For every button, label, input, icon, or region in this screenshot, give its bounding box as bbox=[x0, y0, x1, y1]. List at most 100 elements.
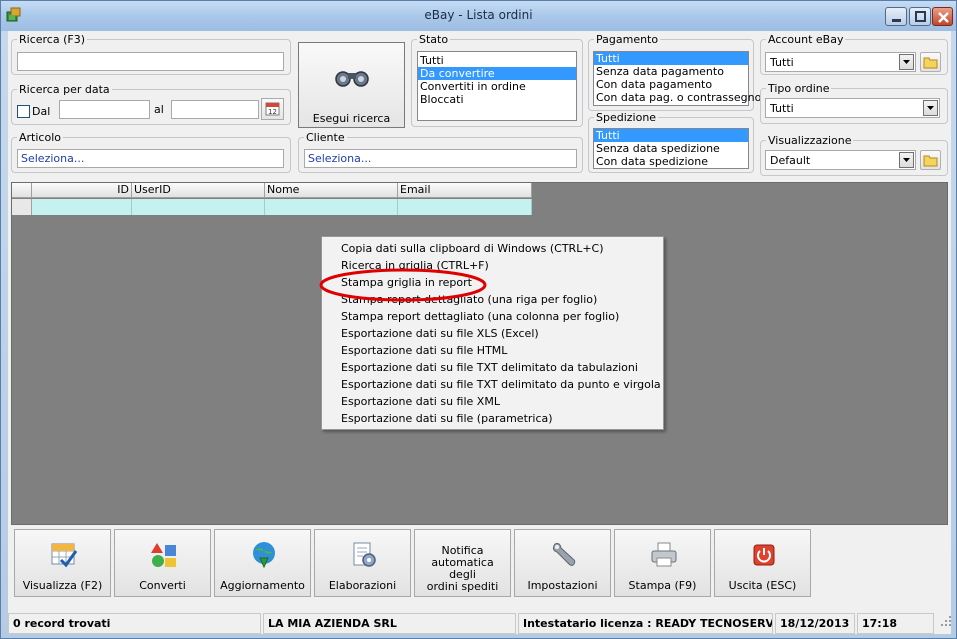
window-title: eBay - Lista ordini bbox=[424, 8, 533, 22]
maximize-button[interactable] bbox=[909, 7, 931, 26]
chevron-down-icon[interactable] bbox=[923, 100, 938, 116]
aggiornamento-button[interactable]: Aggiornamento bbox=[214, 529, 311, 597]
visualizzazione-legend: Visualizzazione bbox=[768, 134, 852, 147]
elaborazioni-button[interactable]: Elaborazioni bbox=[314, 529, 411, 597]
account-select[interactable]: Tutti bbox=[765, 52, 916, 72]
al-label: al bbox=[154, 103, 164, 116]
visualizzazione-value: Default bbox=[770, 154, 811, 167]
converti-button[interactable]: Converti bbox=[114, 529, 211, 597]
account-folder-button[interactable] bbox=[920, 52, 941, 72]
grid-cell[interactable] bbox=[265, 199, 398, 215]
stato-legend: Stato bbox=[419, 33, 449, 46]
status-company: LA MIA AZIENDA SRL bbox=[263, 613, 516, 634]
account-legend: Account eBay bbox=[768, 33, 844, 46]
stato-option-tutti[interactable]: Tutti bbox=[418, 54, 576, 67]
ricerca-data-legend: Ricerca per data bbox=[19, 83, 110, 96]
tipo-value: Tutti bbox=[770, 102, 794, 115]
status-bar: 0 record trovati LA MIA AZIENDA SRL Inte… bbox=[8, 613, 951, 634]
folder-icon bbox=[923, 57, 938, 69]
close-button[interactable] bbox=[932, 7, 953, 26]
menu-item-export-txt-semicolon[interactable]: Esportazione dati su file TXT delimitato… bbox=[341, 378, 661, 391]
account-value: Tutti bbox=[770, 56, 794, 69]
pagamento-option-contrassegno[interactable]: Con data pag. o contrassegno bbox=[594, 91, 761, 104]
menu-item-export-xls[interactable]: Esportazione dati su file XLS (Excel) bbox=[341, 327, 539, 340]
impostazioni-button[interactable]: Impostazioni bbox=[514, 529, 611, 597]
elaborazioni-label: Elaborazioni bbox=[328, 579, 397, 592]
highlight-ellipse bbox=[319, 268, 487, 302]
ricerca-input[interactable] bbox=[17, 52, 284, 71]
folder-icon bbox=[923, 155, 938, 167]
printer-icon bbox=[651, 542, 677, 567]
grid-cell[interactable] bbox=[32, 199, 132, 215]
minimize-button[interactable] bbox=[885, 7, 907, 26]
tipo-select[interactable]: Tutti bbox=[765, 98, 940, 118]
chevron-down-icon[interactable] bbox=[899, 54, 914, 70]
visualizzazione-select[interactable]: Default bbox=[765, 150, 916, 170]
visualizzazione-folder-button[interactable] bbox=[920, 150, 941, 170]
pagamento-option-con-data[interactable]: Con data pagamento bbox=[594, 78, 748, 91]
spedizione-option-tutti[interactable]: Tutti bbox=[594, 129, 748, 142]
grid-check-icon bbox=[51, 543, 78, 568]
spedizione-option-con-data[interactable]: Con data spedizione bbox=[594, 155, 748, 168]
resize-grip[interactable] bbox=[936, 613, 951, 634]
notifica-button[interactable]: Notifica automatica degli ordini spediti bbox=[414, 529, 511, 597]
pagamento-option-tutti[interactable]: Tutti bbox=[594, 52, 748, 65]
stato-option-bloccati[interactable]: Bloccati bbox=[418, 93, 576, 106]
notifica-label: Notifica automatica degli ordini spediti bbox=[417, 545, 508, 593]
grid-header-userid[interactable]: UserID bbox=[132, 183, 265, 198]
globe-download-icon bbox=[253, 542, 275, 569]
power-icon bbox=[753, 544, 775, 566]
aggiornamento-label: Aggiornamento bbox=[220, 579, 305, 592]
status-time: 17:18 bbox=[857, 613, 934, 634]
calendar-icon: 12 bbox=[265, 102, 280, 116]
spedizione-listbox[interactable]: Tutti Senza data spedizione Con data spe… bbox=[593, 128, 749, 169]
menu-item-export-xml[interactable]: Esportazione dati su file XML bbox=[341, 395, 500, 408]
spedizione-option-senza-data[interactable]: Senza data spedizione bbox=[594, 142, 748, 155]
wrench-icon bbox=[552, 543, 576, 566]
menu-item-export-html[interactable]: Esportazione dati su file HTML bbox=[341, 344, 507, 357]
impostazioni-label: Impostazioni bbox=[527, 579, 598, 592]
stato-listbox[interactable]: Tutti Da convertire Convertiti in ordine… bbox=[417, 51, 577, 121]
uscita-label: Uscita (ESC) bbox=[728, 579, 797, 592]
client-area: Ricerca (F3) Ricerca per data Dal al 12 bbox=[8, 31, 951, 634]
binoculars-icon bbox=[335, 71, 369, 87]
spedizione-legend: Spedizione bbox=[596, 111, 657, 124]
grid-cell[interactable] bbox=[132, 199, 265, 215]
status-license: Intestatario licenza : READY TECNOSERVIC… bbox=[518, 613, 773, 634]
stato-option-da-convertire[interactable]: Da convertire bbox=[418, 67, 576, 80]
menu-item-export-parametrica[interactable]: Esportazione dati su file (parametrica) bbox=[341, 412, 553, 425]
esegui-ricerca-button[interactable]: Esegui ricerca bbox=[298, 42, 405, 128]
menu-item-copia[interactable]: Copia dati sulla clipboard di Windows (C… bbox=[341, 242, 604, 255]
grid-corner bbox=[12, 183, 32, 198]
maximize-icon bbox=[915, 11, 926, 22]
visualizza-button[interactable]: Visualizza (F2) bbox=[14, 529, 111, 597]
uscita-button[interactable]: Uscita (ESC) bbox=[714, 529, 811, 597]
pagamento-option-senza-data[interactable]: Senza data pagamento bbox=[594, 65, 748, 78]
grid-header-id[interactable]: ID bbox=[32, 183, 132, 198]
al-date-input[interactable] bbox=[171, 100, 259, 119]
calendar-button[interactable]: 12 bbox=[261, 98, 284, 120]
grid-header-nome[interactable]: Nome bbox=[265, 183, 398, 198]
grid-row-selector[interactable] bbox=[12, 199, 32, 215]
dal-date-input[interactable] bbox=[59, 100, 150, 119]
chevron-down-icon[interactable] bbox=[899, 152, 914, 168]
convert-shapes-icon bbox=[151, 543, 176, 567]
articolo-input[interactable]: Seleziona... bbox=[17, 149, 284, 168]
pagamento-legend: Pagamento bbox=[596, 33, 659, 46]
menu-item-export-txt-tab[interactable]: Esportazione dati su file TXT delimitato… bbox=[341, 361, 638, 374]
converti-label: Converti bbox=[139, 579, 186, 592]
stato-option-convertiti[interactable]: Convertiti in ordine bbox=[418, 80, 576, 93]
stampa-button[interactable]: Stampa (F9) bbox=[614, 529, 711, 597]
minimize-icon bbox=[892, 19, 901, 22]
status-records: 0 record trovati bbox=[8, 613, 261, 634]
menu-item-stampa-colonna[interactable]: Stampa report dettagliato (una colonna p… bbox=[341, 310, 619, 323]
pagamento-listbox[interactable]: Tutti Senza data pagamento Con data paga… bbox=[593, 51, 761, 106]
close-icon bbox=[938, 12, 949, 23]
visualizza-label: Visualizza (F2) bbox=[22, 579, 103, 592]
title-bar[interactable]: eBay - Lista ordini bbox=[1, 1, 956, 31]
cliente-input[interactable]: Seleziona... bbox=[304, 149, 577, 168]
notifica-label-line2: automatica degli bbox=[431, 556, 494, 581]
grid-header-email[interactable]: Email bbox=[398, 183, 532, 198]
grid-cell[interactable] bbox=[398, 199, 532, 215]
dal-checkbox[interactable] bbox=[17, 105, 30, 118]
